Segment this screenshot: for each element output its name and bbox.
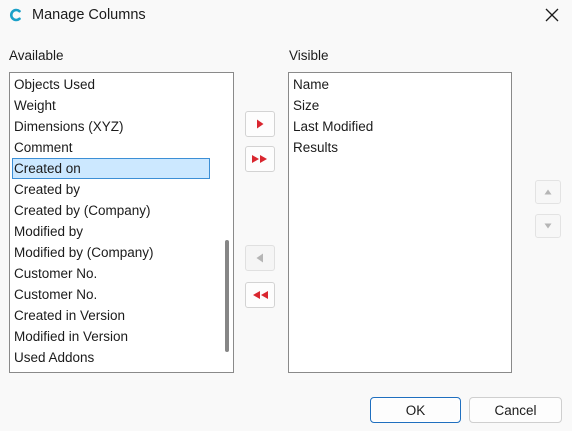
title-bar: Manage Columns <box>0 0 572 32</box>
list-item[interactable]: Name <box>291 74 509 95</box>
list-item[interactable]: Modified by <box>12 221 210 242</box>
move-down-button[interactable] <box>535 214 561 238</box>
remove-button[interactable] <box>245 245 275 271</box>
visible-list[interactable]: Name Size Last Modified Results <box>288 72 512 373</box>
close-icon <box>545 8 559 22</box>
list-item[interactable]: Comment <box>12 137 210 158</box>
list-item[interactable]: Dimensions (XYZ) <box>12 116 210 137</box>
list-item[interactable]: Objects Used <box>12 74 210 95</box>
list-item[interactable]: Last Modified <box>291 116 509 137</box>
scrollbar-thumb[interactable] <box>225 240 229 352</box>
available-scrollbar[interactable] <box>216 74 233 372</box>
arrow-down-icon <box>544 223 552 229</box>
ok-button[interactable]: OK <box>370 397 461 423</box>
list-item[interactable]: Modified in Version <box>12 326 210 347</box>
move-up-button[interactable] <box>535 180 561 204</box>
add-button[interactable] <box>245 111 275 137</box>
cancel-button[interactable]: Cancel <box>469 397 562 423</box>
list-item[interactable]: Size <box>291 95 509 116</box>
visible-label: Visible <box>289 48 329 63</box>
list-item[interactable]: Created by (Company) <box>12 200 210 221</box>
available-label: Available <box>9 48 64 63</box>
window-title: Manage Columns <box>32 7 146 23</box>
list-item[interactable]: Results <box>291 137 509 158</box>
remove-all-button[interactable] <box>245 282 275 308</box>
arrow-up-icon <box>544 189 552 195</box>
close-button[interactable] <box>540 4 564 26</box>
available-list[interactable]: Objects Used Weight Dimensions (XYZ) Commen… <box>9 72 234 373</box>
list-item[interactable]: Used Addons <box>12 347 210 368</box>
c-logo-icon <box>8 7 24 23</box>
arrow-left-icon <box>256 253 263 263</box>
list-item[interactable]: Created in Version <box>12 305 210 326</box>
double-arrow-left-icon <box>253 291 268 299</box>
list-item[interactable]: Weight <box>12 95 210 116</box>
list-item[interactable]: Created by <box>12 179 210 200</box>
arrow-right-icon <box>257 119 264 129</box>
add-all-button[interactable] <box>245 146 275 172</box>
list-item[interactable]: Modified by (Company) <box>12 242 210 263</box>
list-item[interactable]: Customer No. <box>12 284 210 305</box>
double-arrow-right-icon <box>252 155 267 163</box>
list-item[interactable]: Created on <box>12 158 210 179</box>
list-item[interactable]: Customer No. <box>12 263 210 284</box>
